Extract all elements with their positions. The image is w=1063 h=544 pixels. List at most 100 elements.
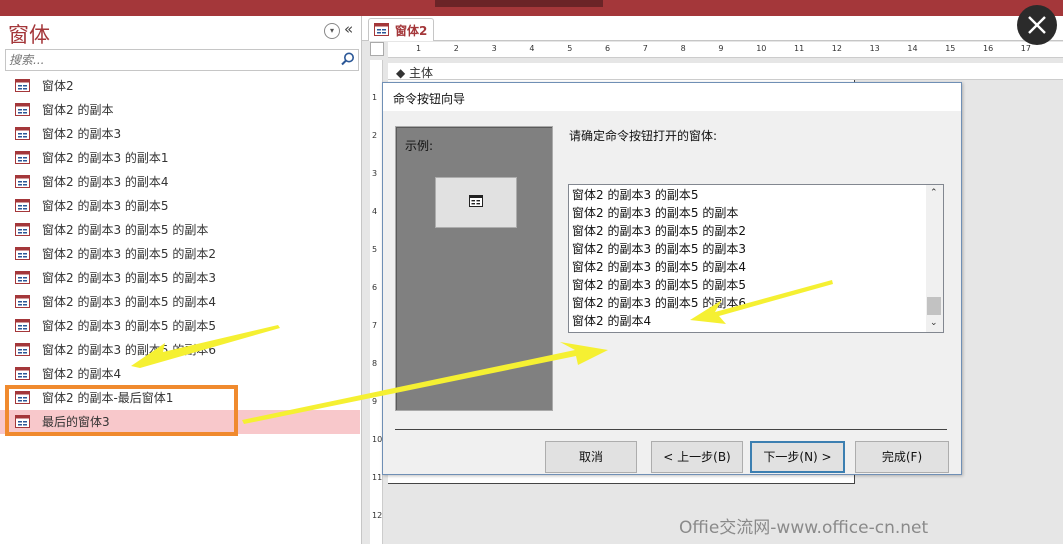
nav-form-item[interactable]: 窗体2 的副本3 的副本1 [0,146,360,170]
section-bar-detail[interactable]: ◆ 主体 [388,63,1063,80]
sample-command-button [435,177,517,228]
form-icon [15,103,30,116]
nav-form-item[interactable]: 窗体2 的副本3 的副本5 的副本5 [0,314,360,338]
nav-form-item[interactable]: 窗体2 的副本3 的副本5 的副本4 [0,290,360,314]
ruler-tick-label: 5 [567,44,573,53]
nav-form-item[interactable]: 窗体2 的副本 [0,98,360,122]
form-listbox[interactable]: 窗体2 的副本3 的副本5 窗体2 的副本3 的副本5 的副本 窗体2 的副本3 的… [568,184,944,333]
listbox-item[interactable]: 窗体2 的副本3 的副本5 的副本5 [572,276,746,294]
nav-item-label: 窗体2 的副本3 的副本4 [42,175,169,189]
ruler-tick-label: 17 [1020,44,1031,53]
nav-form-item[interactable]: 窗体2 的副本3 的副本5 的副本2 [0,242,360,266]
dialog-divider [395,429,947,430]
nav-form-item[interactable]: 窗体2 的副本4 [0,362,360,386]
nav-form-item[interactable]: 窗体2 的副本3 的副本5 [0,194,360,218]
nav-form-item[interactable]: 窗体2 的副本3 的副本5 的副本6 [0,338,360,362]
listbox-item[interactable]: 窗体2 的副本3 的副本5 的副本 [572,204,738,222]
form-icon [15,343,30,356]
ruler-corner[interactable] [370,42,384,56]
nav-item-label: 窗体2 的副本3 的副本5 的副本3 [42,271,216,285]
listbox-scrollbar[interactable]: ⌃ ⌄ [926,185,943,332]
nav-form-item[interactable]: 窗体2 [0,74,360,98]
scroll-thumb[interactable] [927,297,941,315]
ruler-tick-label: 7 [372,321,378,330]
ruler-tick-label: 4 [529,44,535,53]
ruler-tick-label: 5 [372,245,378,254]
cancel-button[interactable]: 取消 [545,441,637,473]
dialog-title: 命令按钮向导 [393,92,466,106]
finish-button[interactable]: 完成(F) [855,441,949,473]
listbox-item[interactable]: 窗体2 的副本3 的副本5 的副本6 [572,294,746,312]
ruler-tick-label: 16 [983,44,994,53]
nav-pane-title: 窗体 [8,23,50,47]
form-icon [15,175,30,188]
nav-item-label: 窗体2 的副本3 的副本5 的副本 [42,223,209,237]
tab-label: 窗体2 [395,24,428,38]
listbox-item[interactable]: 窗体2 的副本3 的副本5 的副本3 [572,240,746,258]
scroll-up-icon[interactable]: ⌃ [930,188,938,198]
ruler-tick-label: 12 [831,44,842,53]
sample-label: 示例: [405,139,434,153]
nav-item-label: 窗体2 的副本3 的副本5 的副本6 [42,343,216,357]
dialog-titlebar [383,83,961,111]
ruler-tick-label: 8 [372,359,378,368]
ruler-tick-label: 13 [869,44,880,53]
listbox-item[interactable]: 窗体2 的副本4 [572,312,651,330]
search-box[interactable] [5,49,359,71]
nav-object-list: 窗体2 窗体2 的副本 窗体2 的副本3 窗体2 的副本3 的副本1 窗体2 的副本3 … [0,74,360,434]
nav-form-item[interactable]: 窗体2 的副本3 的副本5 的副本 [0,218,360,242]
nav-item-label: 窗体2 的副本3 的副本5 [42,199,169,213]
document-tab-bar: 窗体2 [362,16,1063,41]
command-button-wizard-dialog: 命令按钮向导 示例: 请确定命令按钮打开的窗体: 窗体2 的副本3 的副本5 窗体… [382,82,962,475]
ruler-tick-label: 9 [372,397,378,406]
ruler-tick-label: 1 [416,44,422,53]
search-input[interactable] [9,51,329,68]
nav-item-label: 窗体2 [42,79,74,93]
ruler-tick-label: 4 [372,207,378,216]
horizontal-ruler: 1 2 3 4 5 6 7 8 9 10 11 12 13 14 15 16 17 [388,42,1063,58]
close-overlay-button[interactable] [1017,5,1057,45]
nav-menu-chevron-icon[interactable]: ▾ [324,23,340,39]
ruler-tick-label: 2 [372,131,378,140]
ruler-tick-label: 8 [680,44,686,53]
ruler-tick-label: 14 [907,44,918,53]
nav-item-label: 窗体2 的副本3 的副本1 [42,151,169,165]
title-bar-strip [0,0,1063,16]
next-button[interactable]: 下一步(N) > [750,441,845,473]
highlight-box [5,385,238,436]
ruler-tick-label: 12 [372,511,383,520]
nav-form-item[interactable]: 窗体2 的副本3 的副本5 的副本3 [0,266,360,290]
watermark: Offie交流网-www.office-cn.net [679,518,929,538]
ruler-tick-label: 3 [491,44,497,53]
form-icon [15,199,30,212]
close-icon [1028,16,1046,34]
form-icon [15,271,30,284]
wizard-prompt: 请确定命令按钮打开的窗体: [569,129,718,143]
ruler-tick-label: 2 [453,44,459,53]
form-icon [15,247,30,260]
back-button[interactable]: < 上一步(B) [651,441,743,473]
tab-form2[interactable]: 窗体2 [368,18,434,41]
ruler-tick-label: 9 [718,44,724,53]
section-label: ◆ 主体 [396,66,434,80]
ruler-tick-label: 11 [372,473,383,482]
form-icon [374,23,389,36]
scroll-down-icon[interactable]: ⌄ [930,318,938,328]
nav-collapse-icon[interactable]: « [344,20,353,38]
sample-preview-panel: 示例: [395,126,553,411]
nav-item-label: 窗体2 的副本3 [42,127,122,141]
listbox-item[interactable]: 窗体2 的副本3 的副本5 的副本4 [572,258,746,276]
listbox-item[interactable]: 窗体2 的副本3 的副本5 的副本2 [572,222,746,240]
nav-form-item[interactable]: 窗体2 的副本3 [0,122,360,146]
ruler-tick-label: 6 [605,44,611,53]
listbox-item[interactable]: 窗体2 的副本3 的副本5 [572,186,699,204]
search-icon[interactable] [340,51,356,67]
form-icon [15,79,30,92]
ruler-tick-label: 11 [794,44,805,53]
form-icon [15,151,30,164]
form-icon [469,195,483,207]
nav-item-label: 窗体2 的副本 [42,103,114,117]
nav-form-item[interactable]: 窗体2 的副本3 的副本4 [0,170,360,194]
ruler-tick-label: 3 [372,169,378,178]
title-bar-dark-segment [435,0,603,7]
